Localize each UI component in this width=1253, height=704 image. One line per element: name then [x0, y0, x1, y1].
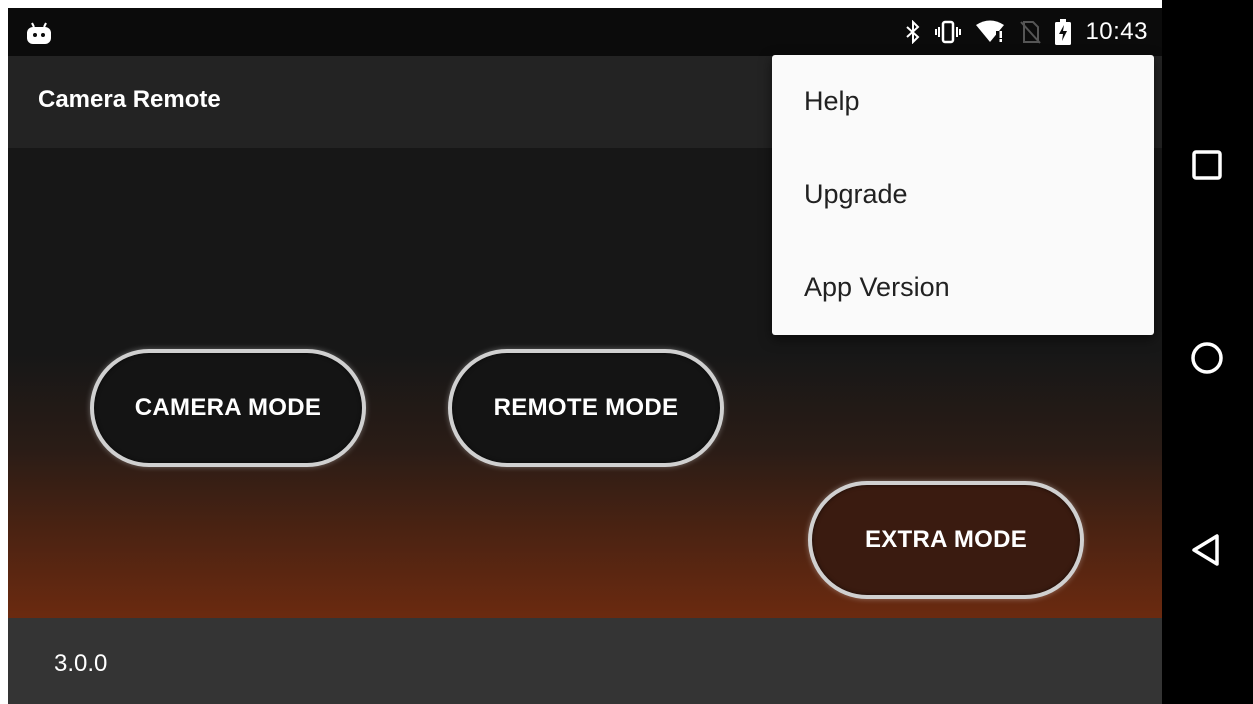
- android-debug-icon: [27, 22, 51, 44]
- extra-mode-button[interactable]: EXTRA MODE: [808, 481, 1084, 599]
- back-icon[interactable]: [1182, 525, 1232, 575]
- battery-charging-icon: [1055, 19, 1072, 45]
- vibrate-icon: [935, 20, 962, 44]
- remote-mode-button[interactable]: REMOTE MODE: [448, 349, 724, 467]
- app-title: Camera Remote: [38, 86, 221, 113]
- camera-mode-button[interactable]: CAMERA MODE: [90, 349, 366, 467]
- footer-bar: 3.0.0: [8, 618, 1162, 704]
- home-icon[interactable]: [1182, 333, 1232, 383]
- menu-item-app-version[interactable]: App Version: [772, 241, 1154, 334]
- bluetooth-icon: [906, 20, 920, 44]
- status-icons: 10:43: [905, 16, 1148, 48]
- status-bar: 10:43: [8, 8, 1162, 56]
- recents-icon[interactable]: [1182, 140, 1232, 190]
- menu-item-help[interactable]: Help: [772, 55, 1154, 148]
- wifi-alert-icon: [976, 20, 1005, 42]
- overflow-menu: Help Upgrade App Version: [772, 55, 1154, 335]
- menu-item-upgrade[interactable]: Upgrade: [772, 148, 1154, 241]
- status-clock: 10:43: [1085, 18, 1148, 45]
- navigation-bar: [1162, 0, 1253, 704]
- no-sim-icon: [1020, 21, 1042, 44]
- version-label: 3.0.0: [54, 650, 108, 677]
